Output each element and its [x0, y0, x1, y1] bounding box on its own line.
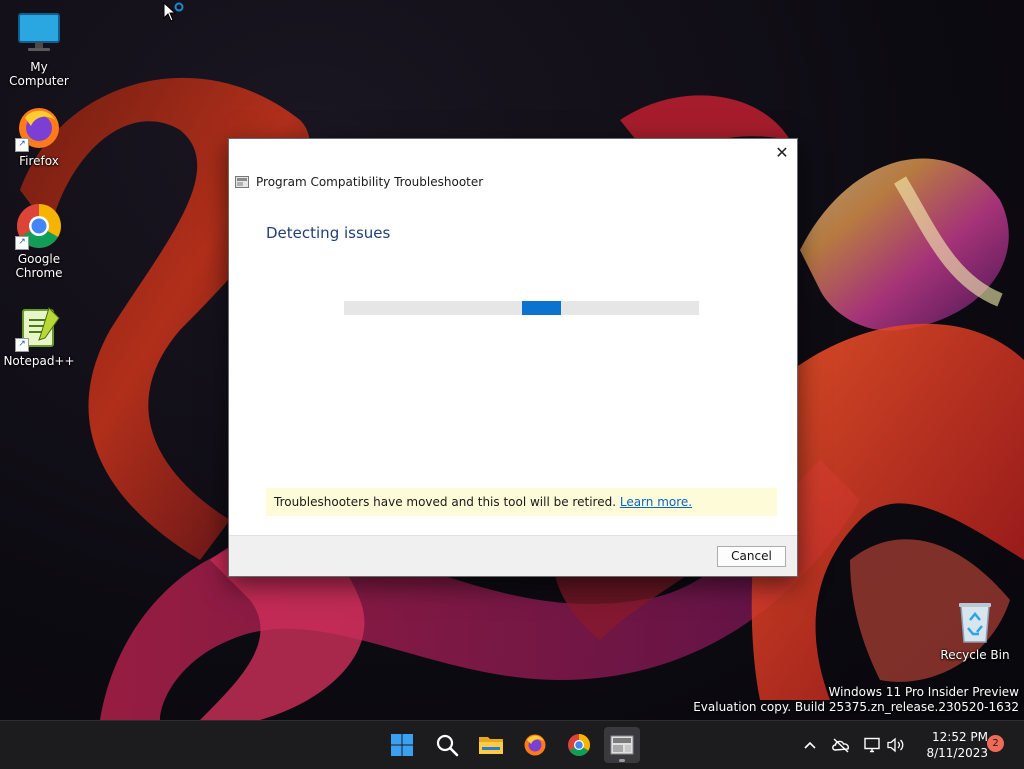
taskbar: 12:52 PM 8/11/2023 [0, 720, 1024, 769]
watermark-line-1: Windows 11 Pro Insider Preview [828, 685, 1019, 699]
troubleshooter-dialog: ✕ Program Compatibility Troubleshooter D… [228, 138, 798, 577]
firefox-icon [524, 734, 546, 756]
taskbar-file-explorer[interactable] [473, 727, 509, 763]
speaker-icon [887, 737, 904, 753]
firefox-icon: ↗ [15, 104, 63, 152]
network-icon [864, 737, 880, 753]
progress-indicator [522, 301, 561, 315]
chevron-up-icon [804, 741, 816, 749]
running-indicator [619, 759, 625, 762]
troubleshooter-icon [610, 735, 634, 755]
learn-more-link[interactable]: Learn more. [620, 495, 692, 509]
taskbar-search-button[interactable] [429, 727, 465, 763]
folder-icon [479, 737, 503, 754]
progress-bar [344, 301, 699, 315]
notepadpp-icon: ↗ [15, 304, 63, 352]
shortcut-arrow-icon: ↗ [15, 236, 29, 250]
clock-date: 8/11/2023 [926, 746, 988, 760]
os-watermark: Windows 11 Pro Insider Preview Evaluatio… [693, 685, 1019, 715]
taskbar-start-button[interactable] [384, 727, 420, 763]
dialog-footer: Cancel [229, 535, 797, 576]
mouse-cursor-icon [163, 2, 184, 22]
desktop-icon-label: Google Chrome [15, 252, 63, 280]
desktop-icon-notepadpp[interactable]: ↗ Notepad++ [1, 304, 77, 368]
recycle-bin-icon [951, 598, 999, 646]
shortcut-arrow-icon: ↗ [15, 338, 29, 352]
chrome-icon [568, 734, 590, 756]
desktop-icon-my-computer[interactable]: My Computer [1, 10, 77, 88]
close-button[interactable]: ✕ [767, 139, 797, 167]
search-icon [436, 734, 459, 757]
clock-time: 12:52 PM [932, 730, 988, 744]
monitor-icon [15, 10, 63, 58]
desktop-icon-label: Notepad++ [3, 354, 75, 368]
notification-badge[interactable]: 2 [987, 735, 1004, 752]
chrome-icon: ↗ [15, 202, 63, 250]
desktop-icon-chrome[interactable]: ↗ Google Chrome [1, 202, 77, 280]
taskbar-troubleshooter[interactable] [604, 727, 640, 763]
desktop-icon-label: Recycle Bin [940, 648, 1010, 662]
desktop-icon-label: Firefox [19, 154, 59, 168]
tray-onedrive[interactable] [829, 721, 853, 769]
taskbar-clock[interactable]: 12:52 PM 8/11/2023 [914, 729, 988, 761]
tray-volume[interactable] [884, 721, 908, 769]
retirement-notice: Troubleshooters have moved and this tool… [266, 488, 777, 516]
taskbar-firefox[interactable] [517, 727, 553, 763]
windows-start-icon [391, 734, 413, 756]
tray-overflow-button[interactable] [799, 721, 821, 769]
notice-text: Troubleshooters have moved and this tool… [274, 495, 617, 509]
shortcut-arrow-icon: ↗ [15, 138, 29, 152]
dialog-title-bar: Program Compatibility Troubleshooter [235, 175, 483, 189]
watermark-line-2: Evaluation copy. Build 25375.zn_release.… [693, 700, 1019, 714]
desktop-icon-label: My Computer [9, 60, 69, 88]
troubleshooter-icon [235, 176, 249, 188]
desktop-icon-recycle-bin[interactable]: Recycle Bin [937, 598, 1013, 662]
taskbar-chrome[interactable] [561, 727, 597, 763]
cancel-button[interactable]: Cancel [717, 546, 786, 567]
tray-network[interactable] [860, 721, 884, 769]
cloud-offline-icon [832, 738, 849, 753]
dialog-title: Program Compatibility Troubleshooter [256, 175, 484, 189]
status-heading: Detecting issues [266, 224, 391, 242]
desktop-icon-firefox[interactable]: ↗ Firefox [1, 104, 77, 168]
